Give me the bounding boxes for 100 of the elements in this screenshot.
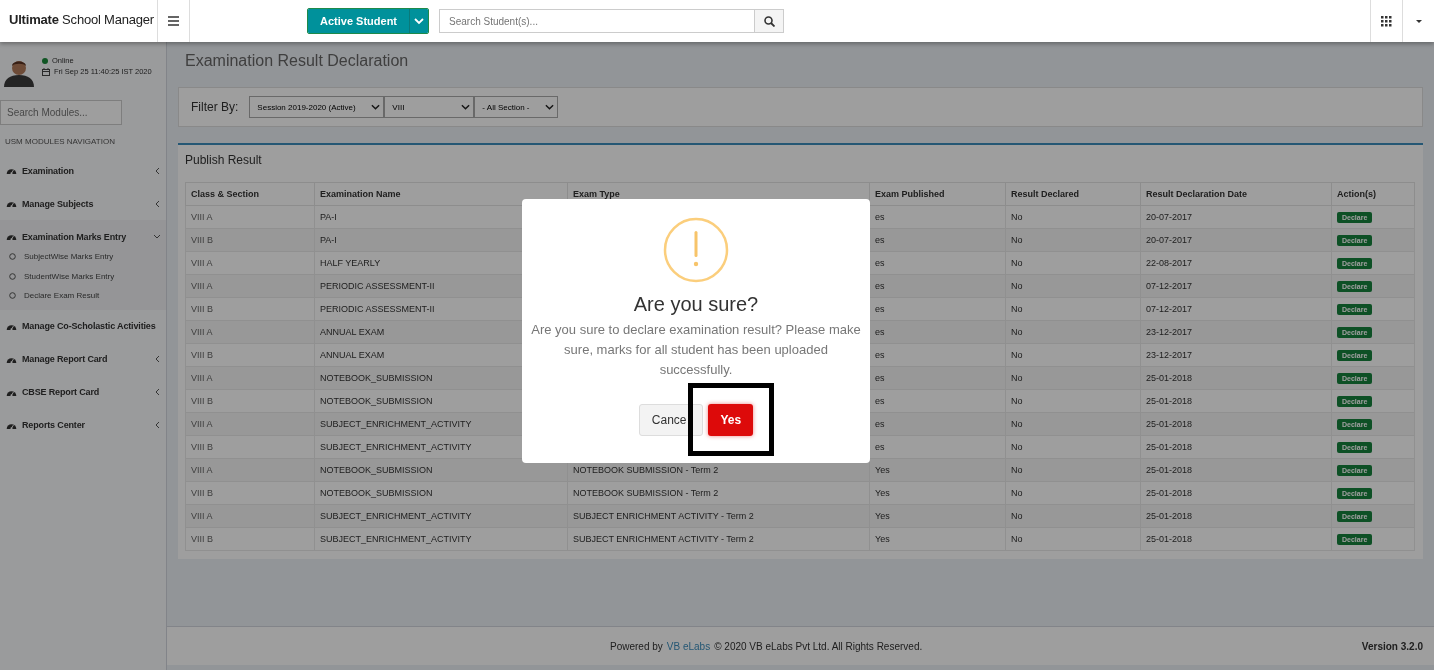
calendar-icon [42, 67, 50, 76]
module-search-field[interactable]: Search Modules... [0, 100, 122, 125]
cancel-button[interactable]: Cance [638, 404, 704, 436]
table-cell: Yes [869, 527, 1006, 551]
table-cell: No [1005, 228, 1141, 252]
table-cell: SUBJECT ENRICHMENT ACTIVITY - Term 2 [567, 504, 870, 528]
table-cell: 25-01-2018 [1140, 389, 1332, 413]
table-cell: 25-01-2018 [1140, 504, 1332, 528]
table-cell: 25-01-2018 [1140, 481, 1332, 505]
grid-icon [1381, 15, 1392, 27]
yes-button[interactable]: Yes [708, 404, 754, 436]
table-cell: 07-12-2017 [1140, 297, 1332, 321]
menu-icon [168, 16, 179, 26]
table-cell: Yes [869, 481, 1006, 505]
table-cell: 23-12-2017 [1140, 320, 1332, 344]
chevron-down-icon [461, 104, 471, 110]
nav-item[interactable]: Examination [0, 154, 166, 187]
table-cell: No [1005, 527, 1141, 551]
table-cell: VIII B [185, 481, 315, 505]
table-cell: 20-07-2017 [1140, 228, 1332, 252]
table-cell: No [1005, 205, 1141, 229]
nav-item[interactable]: Manage Report Card [0, 342, 166, 376]
copyright-text: © 2020 VB eLabs Pvt Ltd. All Rights Reserved. [714, 640, 923, 652]
chevron-down-icon [414, 17, 424, 25]
table-cell: es [869, 366, 1006, 390]
filter-select[interactable]: VIII [384, 96, 475, 118]
chevron-down-icon [545, 104, 555, 110]
table-cell: es [869, 412, 1006, 436]
student-search-field[interactable]: Search Student(s)... [439, 9, 755, 33]
table-cell: No [1005, 297, 1141, 321]
table-cell: VIII A [185, 274, 315, 298]
nav-item[interactable]: CBSE Report Card [0, 375, 166, 409]
warning-icon [663, 217, 729, 283]
table-cell: VIII A [185, 205, 315, 229]
table-cell: 25-01-2018 [1140, 412, 1332, 436]
table-cell: VIII A [185, 412, 315, 436]
table-cell: No [1005, 320, 1141, 344]
search-icon [763, 15, 775, 27]
filter-select[interactable]: - All Section - [474, 96, 559, 118]
table-cell: No [1005, 435, 1141, 459]
table-cell: No [1005, 366, 1141, 390]
table-cell: VIII B [185, 527, 315, 551]
nav-subitem[interactable]: StudentWise Marks Entry [0, 266, 166, 286]
table-cell: SUBJECT_ENRICHMENT_ACTIVITY [314, 527, 568, 551]
filter-label: Filter By: [191, 100, 239, 114]
table-cell: 25-01-2018 [1140, 366, 1332, 390]
table-cell: VIII B [185, 389, 315, 413]
table-cell: SUBJECT_ENRICHMENT_ACTIVITY [314, 504, 568, 528]
dialog-title: Are you sure? [633, 293, 759, 316]
nav-item[interactable]: Manage Co-Scholastic Activities [0, 309, 166, 343]
column-header: Exam Published [869, 182, 1006, 206]
circle-icon [9, 272, 16, 280]
nav-item[interactable]: Reports Center [0, 408, 166, 442]
student-filter-button[interactable]: Active Student [307, 8, 429, 34]
filter-select[interactable]: Session 2019-2020 (Active) [249, 96, 385, 118]
table-cell: 22-08-2017 [1140, 251, 1332, 275]
table-cell: Yes [869, 504, 1006, 528]
column-header: Result Declaration Date [1140, 182, 1332, 206]
column-header: Result Declared [1005, 182, 1141, 206]
nav-item[interactable]: Manage Subjects [0, 187, 166, 220]
page-title: Examination Result Declaration [185, 52, 410, 70]
table-cell: VIII A [185, 251, 315, 275]
table-cell: No [1005, 412, 1141, 436]
table-cell: NOTEBOOK SUBMISSION - Term 2 [567, 481, 870, 505]
table-cell: VIII A [185, 320, 315, 344]
table-cell: No [1005, 389, 1141, 413]
column-header: Action(s) [1331, 182, 1415, 206]
table-cell: es [869, 274, 1006, 298]
circle-icon [9, 253, 16, 261]
nav-subitem[interactable]: Declare Exam Result [0, 286, 166, 306]
table-cell: 23-12-2017 [1140, 343, 1332, 367]
table-cell: VIII B [185, 435, 315, 459]
table-cell: No [1005, 343, 1141, 367]
table-cell: 25-01-2018 [1140, 458, 1332, 482]
caret-icon [1415, 19, 1422, 23]
table-cell: SUBJECT ENRICHMENT ACTIVITY - Term 2 [567, 527, 870, 551]
table-cell: No [1005, 251, 1141, 275]
table-cell: No [1005, 504, 1141, 528]
panel-title: Publish Result [185, 152, 263, 169]
footer-link[interactable]: VB eLabs [666, 640, 711, 652]
table-cell: No [1005, 481, 1141, 505]
table-cell: es [869, 320, 1006, 344]
table-cell: VIII A [185, 504, 315, 528]
table-cell: 25-01-2018 [1140, 527, 1332, 551]
circle-icon [9, 292, 16, 300]
search-button[interactable] [754, 9, 784, 33]
version-label: Version 3.2.0 [1361, 640, 1423, 652]
footer-text: Powered by [610, 640, 663, 652]
column-header: Class & Section [185, 182, 315, 206]
table-cell: 20-07-2017 [1140, 205, 1332, 229]
table-cell: VIII B [185, 297, 315, 321]
table-cell: No [1005, 458, 1141, 482]
online-status-icon [42, 57, 48, 64]
table-cell: VIII A [185, 458, 315, 482]
table-cell: VIII B [185, 228, 315, 252]
table-cell: Yes [869, 458, 1006, 482]
table-cell: VIII B [185, 343, 315, 367]
table-cell: NOTEBOOK_SUBMISSION [314, 481, 568, 505]
table-cell: VIII A [185, 366, 315, 390]
table-cell: No [1005, 274, 1141, 298]
